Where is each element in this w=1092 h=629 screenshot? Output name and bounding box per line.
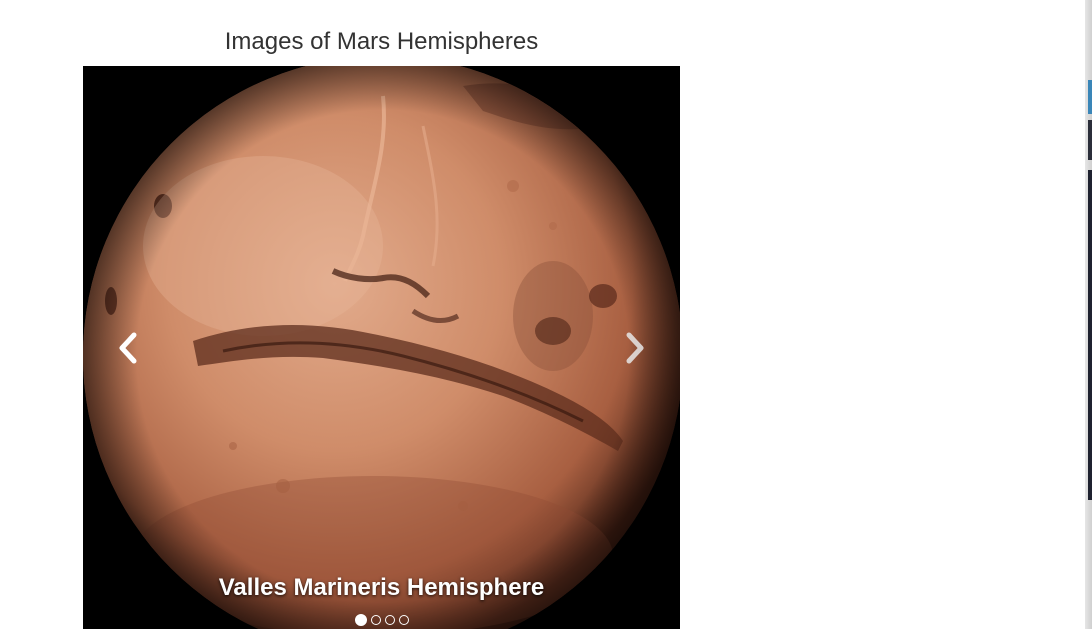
- carousel-indicator-3[interactable]: [384, 615, 395, 625]
- carousel-next-button[interactable]: [590, 66, 680, 629]
- page-heading: Images of Mars Hemispheres: [224, 28, 539, 55]
- carousel-indicator-4[interactable]: [398, 615, 409, 625]
- carousel-prev-button[interactable]: [83, 66, 173, 629]
- slide-caption: Valles Marineris Hemisphere: [218, 574, 545, 601]
- background-window-strip: [1088, 170, 1092, 500]
- background-window-strip: [1088, 120, 1092, 160]
- carousel-indicator-1[interactable]: [354, 614, 367, 626]
- background-window-strip: [1088, 80, 1092, 114]
- chevron-right-icon: [626, 332, 644, 363]
- chevron-left-icon: [119, 332, 137, 363]
- carousel-indicator-2[interactable]: [370, 615, 381, 625]
- hemisphere-carousel: Valles Marineris Hemisphere: [83, 66, 680, 629]
- page: Images of Mars Hemispheres Valles Marine…: [0, 0, 1092, 629]
- carousel-indicators: [83, 614, 680, 626]
